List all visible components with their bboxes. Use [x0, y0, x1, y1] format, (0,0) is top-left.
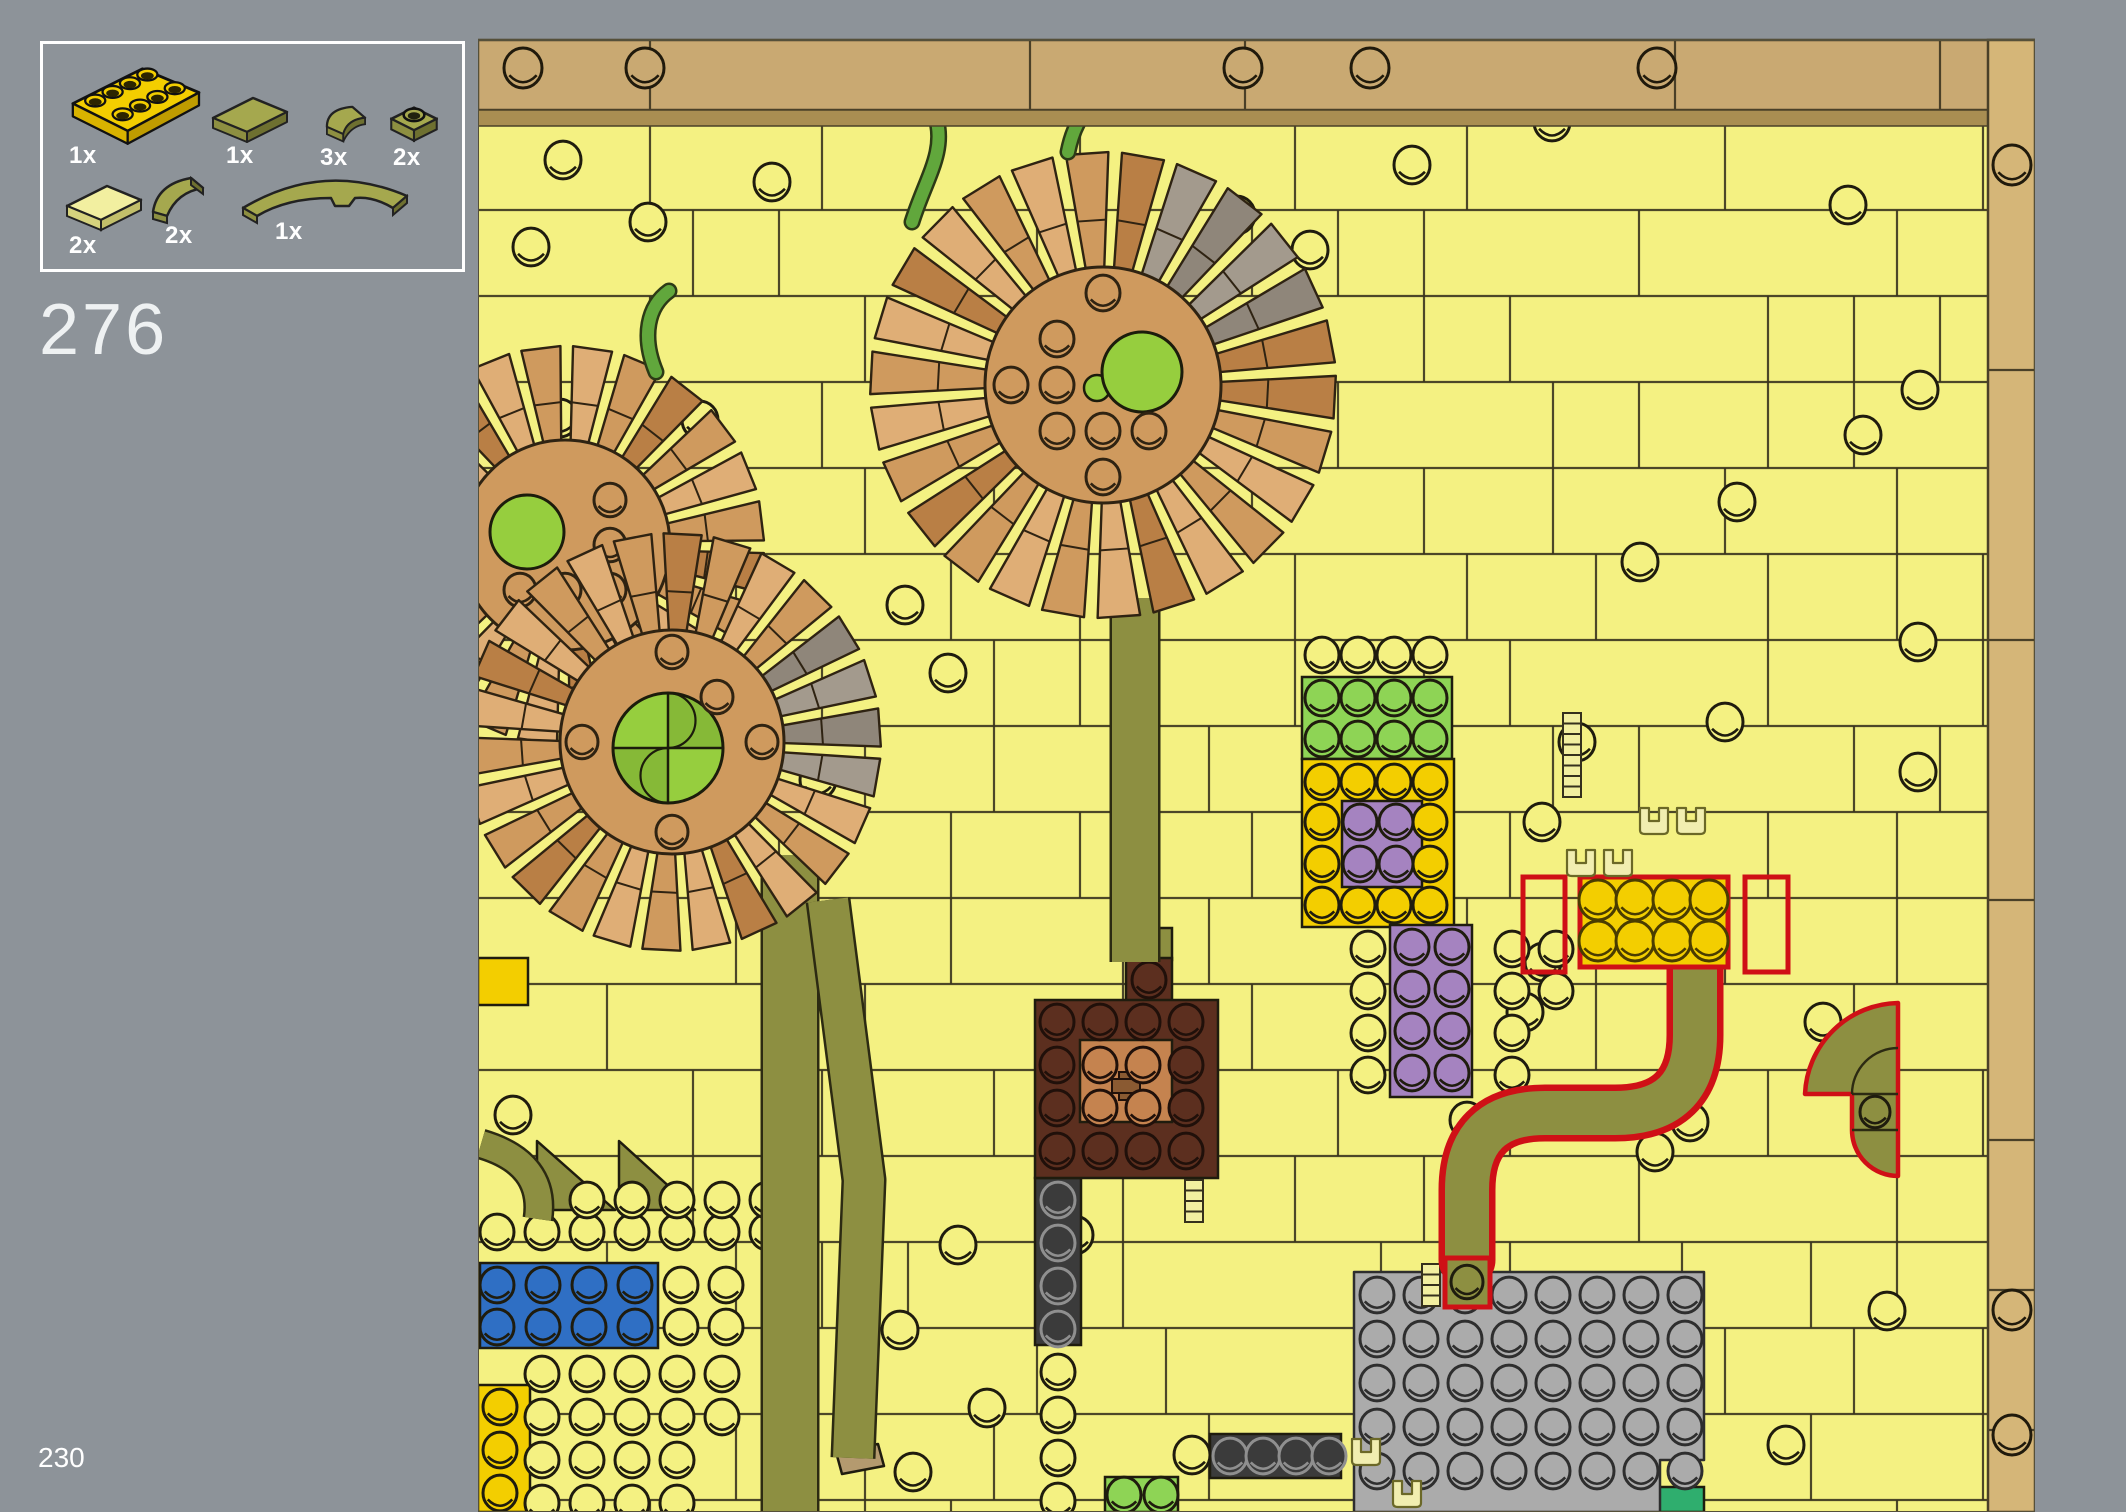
instruction-page: { "page": { "step_number": "276", "page_… [0, 0, 2126, 1512]
page-number: 230 [38, 1444, 85, 1472]
part-count: 2x [165, 224, 193, 248]
part-item: 1x [235, 156, 415, 230]
instruction-render [478, 0, 2035, 1512]
lego-mosaic-render [478, 0, 2035, 1512]
plate-2x4-yellow-icon [55, 56, 215, 152]
part-item: 2x [55, 172, 155, 234]
tile-1x2-olive-icon [201, 84, 301, 146]
part-item: 1x [55, 56, 215, 152]
parts-callout-panel: 1x 1x 3x 2x 2x [40, 41, 465, 272]
tile-2x2-macaroni-olive-icon [143, 166, 238, 230]
part-count: 2x [69, 234, 97, 258]
part-item: 2x [383, 94, 445, 146]
tile-1x2-pale-yellow-icon [55, 172, 155, 234]
tile-1x1-quarter-olive-icon [311, 96, 381, 146]
part-count: 1x [275, 220, 303, 244]
part-item: 1x [201, 84, 301, 146]
part-item: 3x [311, 96, 381, 146]
step-number: 276 [39, 294, 168, 366]
plate-1x1-olive-icon [383, 94, 445, 146]
part-item: 2x [143, 166, 238, 230]
bow-4x4-macaroni-olive-icon [235, 156, 415, 230]
part-count: 1x [69, 144, 97, 168]
